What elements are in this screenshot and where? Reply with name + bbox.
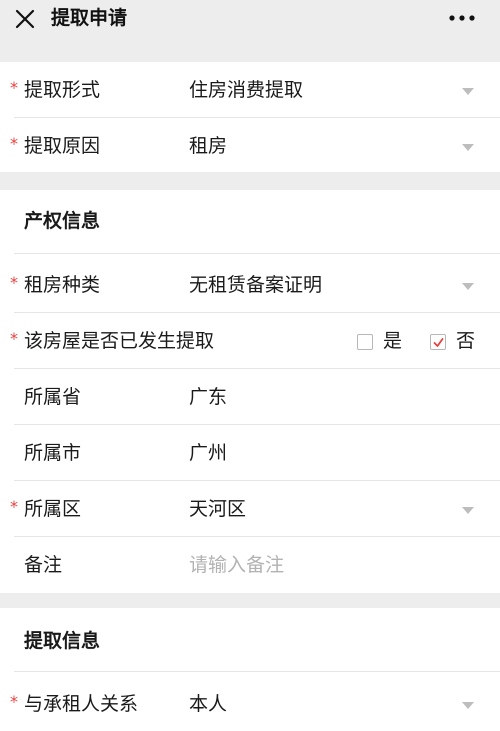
city-row: 所属市 广州 <box>0 425 500 481</box>
rent-type-row[interactable]: * 租房种类 无租赁备案证明 <box>0 257 500 313</box>
no-checkbox[interactable] <box>430 334 446 350</box>
rent-type-label: 租房种类 <box>24 274 101 296</box>
remark-input[interactable]: 请输入备注 <box>189 537 284 593</box>
checkmark-icon <box>433 338 444 347</box>
required-marker: * <box>10 692 18 711</box>
tenant-relation-label: 与承租人关系 <box>24 693 139 715</box>
dropdown-arrow-icon[interactable] <box>462 88 474 95</box>
required-marker: * <box>10 273 18 292</box>
withdrawal-reason-label: 提取原因 <box>24 135 101 157</box>
rent-type-value[interactable]: 无租赁备案证明 <box>189 257 322 313</box>
no-option-label[interactable]: 否 <box>456 313 475 369</box>
yes-option-label[interactable]: 是 <box>383 313 402 369</box>
withdrawal-type-value[interactable]: 住房消费提取 <box>189 62 303 118</box>
section-title: 产权信息 <box>24 210 101 232</box>
already-withdrawn-row: * 该房屋是否已发生提取 是 否 <box>0 313 500 369</box>
dropdown-arrow-icon[interactable] <box>462 144 474 151</box>
page-title: 提取申请 <box>51 7 128 29</box>
divider <box>14 671 500 672</box>
withdrawal-reason-row[interactable]: * 提取原因 租房 <box>0 118 500 174</box>
required-marker: * <box>10 329 18 348</box>
property-info-section: 产权信息 * 租房种类 无租赁备案证明 * 该房屋是否已发生提取 是 否 所属省… <box>0 190 500 593</box>
remark-row: 备注 请输入备注 <box>0 537 500 593</box>
province-label: 所属省 <box>24 386 82 408</box>
tenant-relation-value[interactable]: 本人 <box>189 676 227 731</box>
withdrawal-info-header: 提取信息 <box>0 608 500 672</box>
remark-label: 备注 <box>24 554 63 576</box>
district-row[interactable]: * 所属区 天河区 <box>0 481 500 537</box>
already-withdrawn-label: 该房屋是否已发生提取 <box>24 330 215 352</box>
withdrawal-reason-value[interactable]: 租房 <box>189 118 227 174</box>
dropdown-arrow-icon[interactable] <box>462 283 474 290</box>
province-value: 广东 <box>189 386 228 408</box>
more-icon[interactable] <box>448 12 478 24</box>
province-row: 所属省 广东 <box>0 369 500 425</box>
top-bar: 提取申请 <box>0 0 500 40</box>
close-icon[interactable] <box>12 6 40 34</box>
city-label: 所属市 <box>24 442 82 464</box>
required-marker: * <box>10 78 18 97</box>
city-value: 广州 <box>189 442 228 464</box>
withdrawal-type-label: 提取形式 <box>24 79 101 101</box>
yes-checkbox[interactable] <box>357 334 373 350</box>
withdrawal-form-section: * 提取形式 住房消费提取 * 提取原因 租房 <box>0 62 500 172</box>
required-marker: * <box>10 134 18 153</box>
section-title: 提取信息 <box>24 630 101 652</box>
withdrawal-info-section: 提取信息 * 与承租人关系 本人 <box>0 608 500 731</box>
district-label: 所属区 <box>24 498 82 520</box>
divider <box>14 253 500 254</box>
required-marker: * <box>10 497 18 516</box>
district-value[interactable]: 天河区 <box>189 481 246 537</box>
dropdown-arrow-icon[interactable] <box>462 507 474 514</box>
tenant-relation-row[interactable]: * 与承租人关系 本人 <box>0 676 500 731</box>
withdrawal-type-row[interactable]: * 提取形式 住房消费提取 <box>0 62 500 118</box>
dropdown-arrow-icon[interactable] <box>462 702 474 709</box>
property-info-header: 产权信息 <box>0 190 500 254</box>
